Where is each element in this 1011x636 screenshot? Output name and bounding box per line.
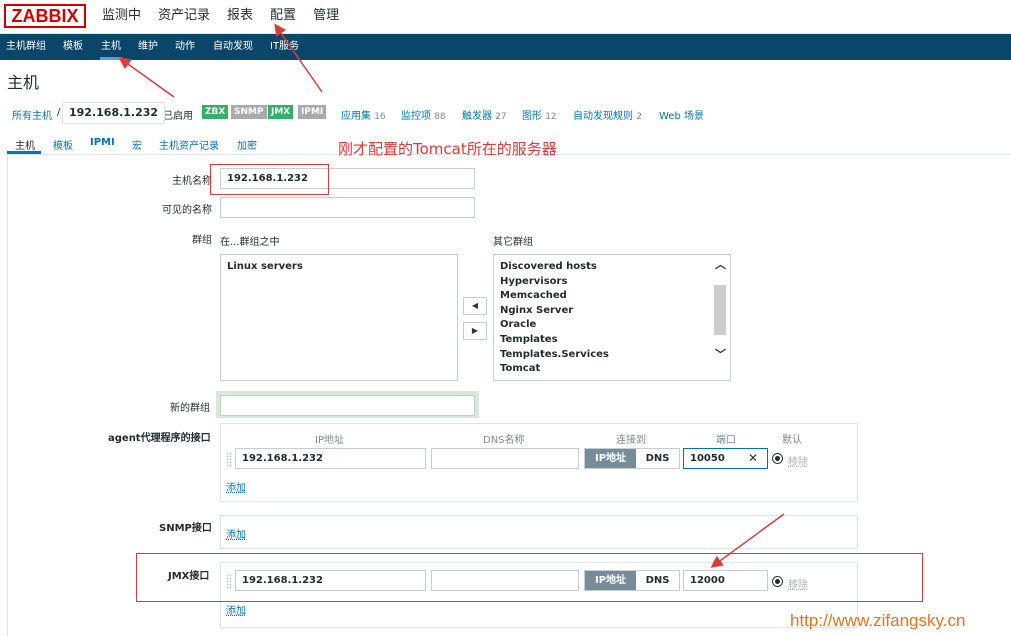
subnav-templates[interactable]: 模板 xyxy=(63,41,83,53)
top-header: ZABBIX 监测中 资产记录 报表 配置 管理 xyxy=(0,0,1011,34)
other-groups-list[interactable]: Discovered hosts Hypervisors Memcached N… xyxy=(493,254,731,381)
nav-inventory[interactable]: 资产记录 xyxy=(158,7,210,25)
list-item[interactable]: Templates xyxy=(494,333,730,348)
watermark: http://www.zifangsky.cn xyxy=(790,611,966,630)
snmp-interface-label: SNMP接口 xyxy=(159,523,212,534)
list-item[interactable]: Templates.Services xyxy=(494,348,730,363)
page-title: 主机 xyxy=(7,73,40,92)
col-dns: DNS名称 xyxy=(483,435,525,446)
link-applications[interactable]: 应用集 16 xyxy=(341,107,386,122)
zabbix-logo[interactable]: ZABBIX xyxy=(4,4,86,28)
link-graphs[interactable]: 图形 12 xyxy=(522,107,557,122)
list-item[interactable]: Nginx Server xyxy=(494,304,730,319)
col-port: 端口 xyxy=(716,435,736,446)
new-group-input[interactable] xyxy=(220,395,475,416)
nav-administration[interactable]: 管理 xyxy=(313,7,339,25)
drag-handle-icon[interactable] xyxy=(226,452,232,468)
breadcrumb-separator: / xyxy=(57,107,61,118)
remove-link[interactable]: 移除 xyxy=(788,453,808,468)
tag-zbx: ZBX xyxy=(202,105,229,119)
in-groups-list[interactable]: Linux servers xyxy=(220,254,458,381)
move-right-button[interactable]: ▶ xyxy=(463,322,487,340)
nav-reports[interactable]: 报表 xyxy=(227,7,253,25)
col-connect: 连接到 xyxy=(616,435,646,446)
snmp-interface-box xyxy=(220,515,858,549)
other-groups-label: 其它群组 xyxy=(493,237,533,248)
visible-name-input[interactable] xyxy=(220,197,475,218)
tab-host[interactable]: 主机 xyxy=(15,137,35,152)
agent-interface-label: agent代理程序的接口 xyxy=(108,433,211,444)
agent-connect-toggle[interactable]: IP地址 DNS xyxy=(584,448,680,469)
arrow-to-hosts xyxy=(118,57,175,98)
host-name-label: 主机名称 xyxy=(172,176,212,187)
subnav-actions[interactable]: 动作 xyxy=(175,41,195,53)
subnav-it-services[interactable]: IT服务 xyxy=(270,41,299,53)
add-snmp-link[interactable]: 添加 xyxy=(226,526,246,541)
link-triggers[interactable]: 触发器 27 xyxy=(462,107,507,122)
add-jmx-link[interactable]: 添加 xyxy=(226,602,246,617)
groups-label: 群组 xyxy=(192,235,212,246)
list-item[interactable]: Linux servers xyxy=(221,260,457,275)
link-discovery-rules[interactable]: 自动发现规则 2 xyxy=(573,107,642,122)
annotation-box-hostname xyxy=(210,164,329,195)
visible-name-label: 可见的名称 xyxy=(162,205,212,216)
subnav-discovery[interactable]: 自动发现 xyxy=(213,41,253,53)
tab-templates[interactable]: 模板 xyxy=(53,137,73,152)
subnav-maintenance[interactable]: 维护 xyxy=(138,41,158,53)
main-nav: 监测中 资产记录 报表 配置 管理 xyxy=(102,7,356,25)
subnav-active-indicator xyxy=(100,57,122,60)
sub-nav: 主机群组 模板 主机 维护 动作 自动发现 IT服务 xyxy=(0,34,1011,60)
tag-ipmi: IPMI xyxy=(298,105,327,119)
tab-macros[interactable]: 宏 xyxy=(132,137,142,152)
move-left-button[interactable]: ◀ xyxy=(463,297,487,315)
tab-ipmi[interactable]: IPMI xyxy=(90,137,115,148)
link-web-scenarios[interactable]: Web 场景 xyxy=(659,107,704,122)
list-item[interactable]: Discovered hosts xyxy=(494,260,730,275)
breadcrumb-host[interactable]: 192.168.1.232 xyxy=(62,102,166,124)
tag-jmx: JMX xyxy=(268,105,294,119)
breadcrumb-all-hosts[interactable]: 所有主机 xyxy=(12,107,52,122)
tab-active-indicator xyxy=(7,151,41,154)
scroll-thumb[interactable] xyxy=(714,285,726,335)
new-group-label: 新的群组 xyxy=(170,403,210,414)
nav-configuration[interactable]: 配置 xyxy=(270,7,296,25)
list-item[interactable]: Memcached xyxy=(494,289,730,304)
add-agent-link[interactable]: 添加 xyxy=(226,479,246,494)
link-items[interactable]: 监控项 88 xyxy=(401,107,446,122)
agent-dns-input[interactable] xyxy=(431,448,579,469)
subnav-hosts[interactable]: 主机 xyxy=(101,41,121,53)
list-item[interactable]: Tomcat xyxy=(494,362,730,377)
annotation-note: 刚才配置的Tomcat所在的服务器 xyxy=(338,140,557,158)
agent-ip-input[interactable]: 192.168.1.232 xyxy=(235,448,426,469)
subnav-host-groups[interactable]: 主机群组 xyxy=(6,41,46,53)
connect-ip-option[interactable]: IP地址 xyxy=(585,449,636,468)
list-item[interactable]: Hypervisors xyxy=(494,275,730,290)
col-ip: IP地址 xyxy=(315,435,344,446)
list-item[interactable]: Oracle xyxy=(494,318,730,333)
chevron-down-icon[interactable]: ﹀ xyxy=(715,349,726,361)
tab-encryption[interactable]: 加密 xyxy=(237,137,257,152)
tag-snmp: SNMP xyxy=(231,105,267,119)
clear-icon[interactable]: ✕ xyxy=(748,451,758,465)
annotation-box-jmx xyxy=(136,553,923,602)
in-groups-label: 在...群组之中 xyxy=(220,237,280,248)
status-enabled[interactable]: 已启用 xyxy=(163,107,193,122)
tab-inventory[interactable]: 主机资产记录 xyxy=(159,137,219,152)
connect-dns-option[interactable]: DNS xyxy=(636,449,679,468)
nav-monitoring[interactable]: 监测中 xyxy=(102,7,141,25)
default-radio[interactable] xyxy=(772,453,783,464)
chevron-up-icon[interactable]: ︿ xyxy=(715,259,726,271)
list-scrollbar[interactable]: ︿ ﹀ xyxy=(714,259,728,371)
col-default: 默认 xyxy=(782,435,802,446)
